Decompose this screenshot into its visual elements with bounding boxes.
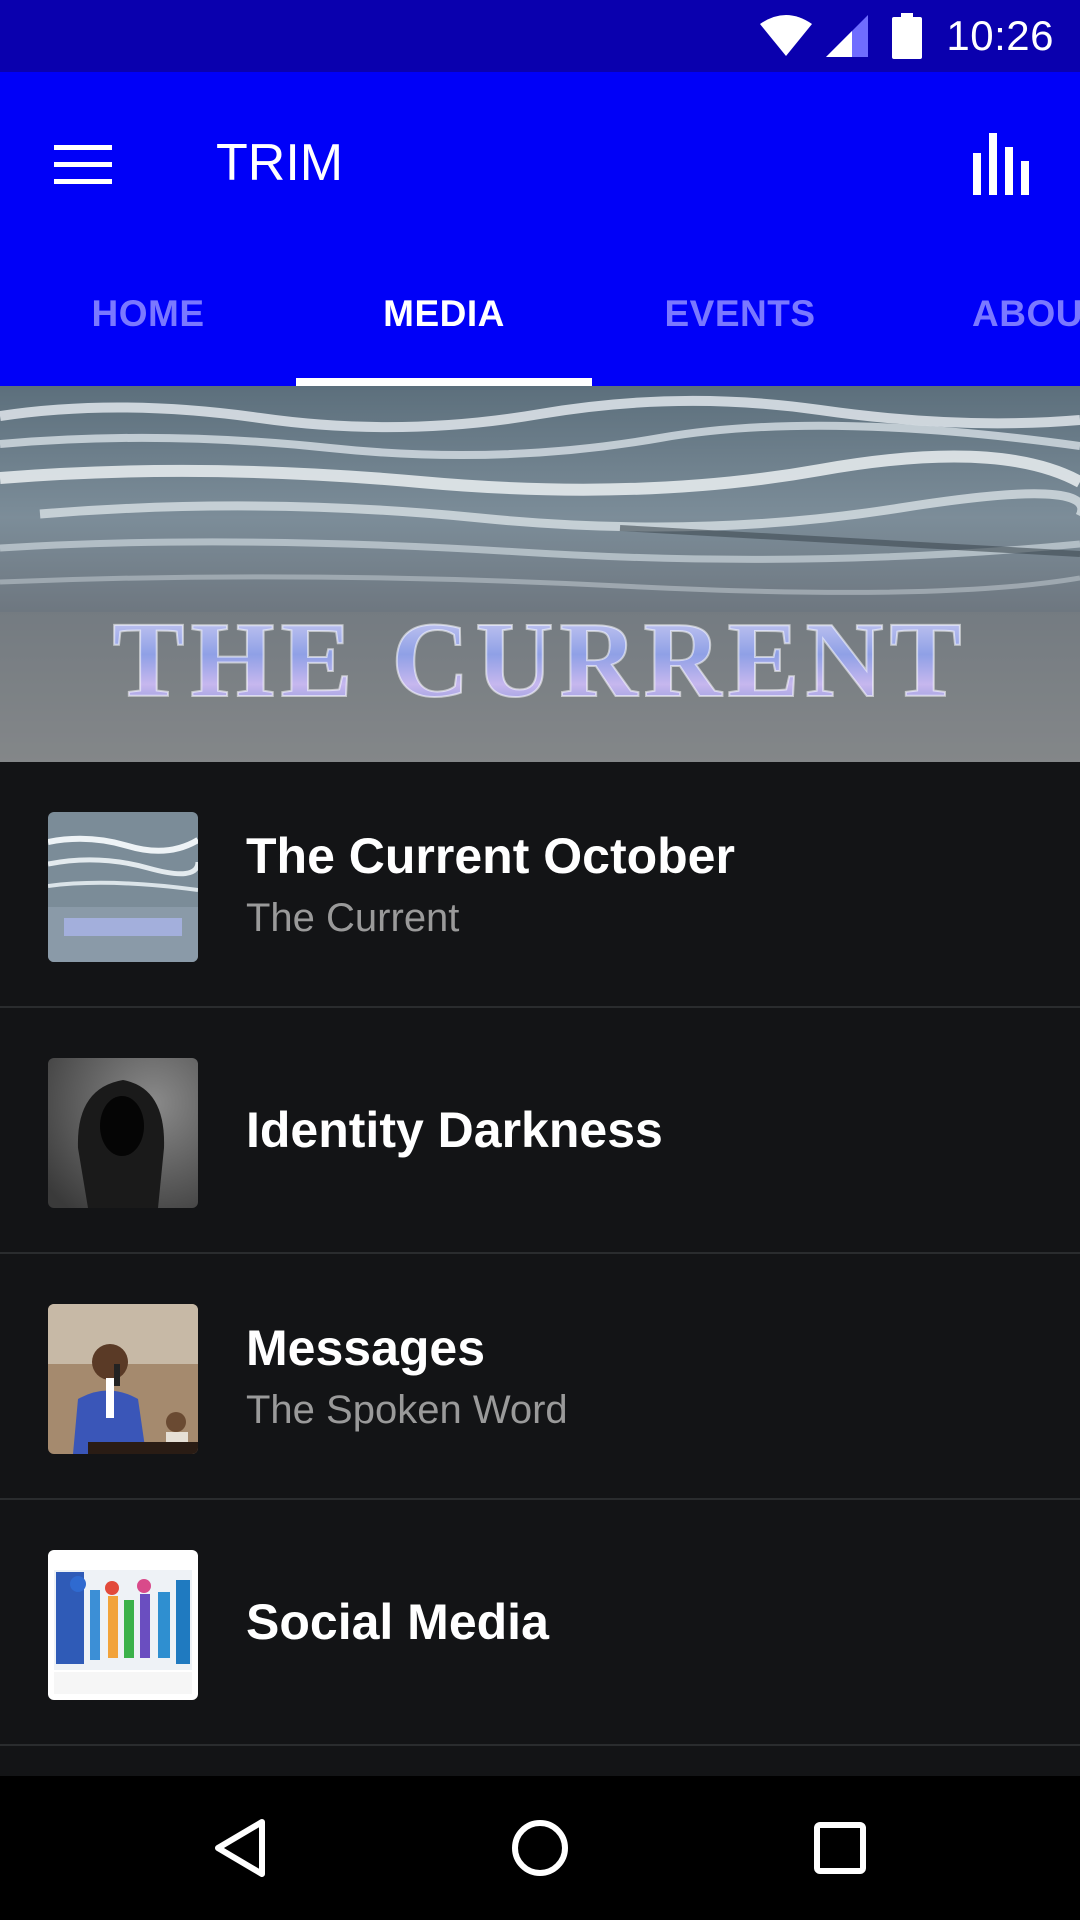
recents-icon [814, 1822, 866, 1874]
list-item[interactable]: Identity Darkness [0, 1008, 1080, 1254]
tab-events[interactable]: EVENTS [592, 242, 888, 386]
item-title: Identity Darkness [246, 1102, 663, 1158]
banner-image: THE CURRENT [0, 386, 1080, 762]
tab-indicator [296, 378, 592, 386]
menu-button[interactable] [38, 119, 130, 211]
system-nav-bar [0, 1776, 1080, 1920]
bar-chart-icon [973, 133, 1029, 195]
list-item[interactable]: The Current October The Current [0, 762, 1080, 1008]
app-title: TRIM [216, 134, 344, 192]
item-subtitle: The Spoken Word [246, 1388, 568, 1432]
hamburger-menu-icon [54, 145, 112, 184]
wifi-icon [758, 14, 814, 58]
item-title: The Current October [246, 828, 735, 884]
recents-button[interactable] [790, 1798, 890, 1898]
back-button[interactable] [190, 1798, 290, 1898]
media-list: The Current October The Current Identity… [0, 762, 1080, 1746]
tab-about[interactable]: ABOUT [888, 242, 1080, 386]
home-icon [512, 1820, 568, 1876]
tab-home[interactable]: HOME [0, 242, 296, 386]
item-title: Social Media [246, 1594, 549, 1650]
app-bar: TRIM HOME MEDIA EVENTS ABOUT [0, 72, 1080, 386]
tab-bar: HOME MEDIA EVENTS ABOUT [0, 242, 1080, 386]
item-subtitle: The Current [246, 896, 460, 940]
status-bar: 10:26 [0, 0, 1080, 72]
back-icon [215, 1819, 265, 1877]
ocean-waves-thumbnail [48, 812, 198, 962]
list-item[interactable]: Messages The Spoken Word [0, 1254, 1080, 1500]
tab-media[interactable]: MEDIA [296, 242, 592, 386]
social-media-people-thumbnail [48, 1550, 198, 1700]
item-title: Messages [246, 1320, 486, 1376]
list-item[interactable]: Social Media [0, 1500, 1080, 1746]
preacher-thumbnail [48, 1304, 198, 1454]
banner-title: THE CURRENT [112, 601, 967, 720]
home-button[interactable] [490, 1798, 590, 1898]
clock: 10:26 [946, 12, 1054, 59]
hooded-figure-thumbnail [48, 1058, 198, 1208]
cell-signal-icon [824, 13, 870, 59]
battery-icon [892, 13, 923, 59]
stats-button[interactable] [954, 116, 1050, 212]
toolbar: TRIM [0, 72, 1080, 242]
